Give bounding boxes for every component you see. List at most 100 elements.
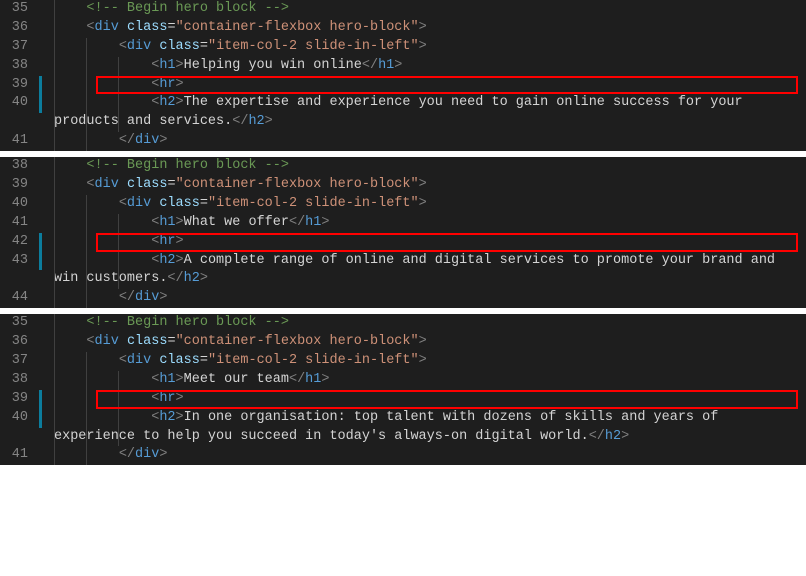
line-number: 37 (0, 352, 38, 371)
code-line[interactable]: 39 <div class="container-flexbox hero-bl… (0, 176, 806, 195)
line-number: 35 (0, 0, 38, 19)
indent-guide (86, 252, 87, 290)
code-line[interactable]: 43 <h2>A complete range of online and di… (0, 252, 806, 290)
code-line[interactable]: 41 </div> (0, 446, 806, 465)
indent-guide (86, 94, 87, 132)
code-block: 35 <!-- Begin hero block -->36 <div clas… (0, 0, 806, 151)
code-line[interactable]: 37 <div class="item-col-2 slide-in-left"… (0, 38, 806, 57)
line-number: 42 (0, 233, 38, 252)
code-line[interactable]: 40 <div class="item-col-2 slide-in-left"… (0, 195, 806, 214)
code-content[interactable]: </div> (38, 446, 806, 465)
code-line[interactable]: 39 <hr> (0, 76, 806, 95)
code-content[interactable]: <!-- Begin hero block --> (38, 157, 806, 176)
code-line[interactable]: 40 <h2>In one organisation: top talent w… (0, 409, 806, 447)
indent-guide (86, 132, 87, 151)
indent-guide (54, 57, 55, 76)
line-number: 39 (0, 390, 38, 409)
indent-guide (86, 233, 87, 252)
code-content[interactable]: </div> (38, 289, 806, 308)
indent-guide (54, 289, 55, 308)
code-line[interactable]: 39 <hr> (0, 390, 806, 409)
code-content[interactable]: <!-- Begin hero block --> (38, 0, 806, 19)
code-line[interactable]: 37 <div class="item-col-2 slide-in-left"… (0, 352, 806, 371)
line-number: 43 (0, 252, 38, 271)
code-content[interactable]: <hr> (38, 76, 806, 95)
code-line[interactable]: 41 </div> (0, 132, 806, 151)
line-number: 40 (0, 409, 38, 428)
code-block: 35 <!-- Begin hero block -->36 <div clas… (0, 314, 806, 465)
line-number: 40 (0, 195, 38, 214)
code-line[interactable]: 44 </div> (0, 289, 806, 308)
code-line[interactable]: 38 <h1>Helping you win online</h1> (0, 57, 806, 76)
indent-guide (54, 446, 55, 465)
line-number: 38 (0, 157, 38, 176)
indent-guide (86, 289, 87, 308)
code-content[interactable]: <div class="container-flexbox hero-block… (38, 176, 806, 195)
line-number: 36 (0, 19, 38, 38)
indent-guide (118, 233, 119, 252)
code-line[interactable]: 41 <h1>What we offer</h1> (0, 214, 806, 233)
code-content[interactable]: <h1>Helping you win online</h1> (38, 57, 806, 76)
line-number: 39 (0, 76, 38, 95)
indent-guide (54, 94, 55, 132)
code-content[interactable]: </div> (38, 132, 806, 151)
indent-guide (54, 76, 55, 95)
indent-guide (54, 0, 55, 19)
indent-guide (54, 352, 55, 371)
indent-guide (54, 409, 55, 447)
code-content[interactable]: <div class="item-col-2 slide-in-left"> (38, 195, 806, 214)
code-block: 38 <!-- Begin hero block -->39 <div clas… (0, 157, 806, 308)
indent-guide (86, 371, 87, 390)
code-line[interactable]: 38 <h1>Meet our team</h1> (0, 371, 806, 390)
code-content[interactable]: <!-- Begin hero block --> (38, 314, 806, 333)
indent-guide (54, 390, 55, 409)
line-number: 41 (0, 446, 38, 465)
line-number: 38 (0, 57, 38, 76)
indent-guide (118, 94, 119, 132)
indent-guide (54, 195, 55, 214)
indent-guide (118, 371, 119, 390)
code-line[interactable]: 35 <!-- Begin hero block --> (0, 0, 806, 19)
indent-guide (118, 409, 119, 447)
indent-guide (54, 19, 55, 38)
code-content[interactable]: <h1>Meet our team</h1> (38, 371, 806, 390)
code-content[interactable]: <div class="item-col-2 slide-in-left"> (38, 352, 806, 371)
indent-guide (118, 76, 119, 95)
code-line[interactable]: 35 <!-- Begin hero block --> (0, 314, 806, 333)
code-content[interactable]: <h2>A complete range of online and digit… (38, 252, 806, 290)
indent-guide (118, 252, 119, 290)
line-number: 36 (0, 333, 38, 352)
code-content[interactable]: <h2>The expertise and experience you nee… (38, 94, 806, 132)
code-line[interactable]: 42 <hr> (0, 233, 806, 252)
line-number: 40 (0, 94, 38, 113)
indent-guide (54, 157, 55, 176)
indent-guide (54, 38, 55, 57)
code-content[interactable]: <h2>In one organisation: top talent with… (38, 409, 806, 447)
indent-guide (54, 252, 55, 290)
indent-guide (86, 409, 87, 447)
indent-guide (54, 233, 55, 252)
line-number: 44 (0, 289, 38, 308)
line-number: 39 (0, 176, 38, 195)
line-number: 37 (0, 38, 38, 57)
indent-guide (86, 446, 87, 465)
code-content[interactable]: <div class="container-flexbox hero-block… (38, 333, 806, 352)
code-line[interactable]: 38 <!-- Begin hero block --> (0, 157, 806, 176)
code-content[interactable]: <hr> (38, 233, 806, 252)
indent-guide (54, 214, 55, 233)
indent-guide (86, 390, 87, 409)
indent-guide (118, 214, 119, 233)
code-line[interactable]: 36 <div class="container-flexbox hero-bl… (0, 19, 806, 38)
code-line[interactable]: 40 <h2>The expertise and experience you … (0, 94, 806, 132)
code-content[interactable]: <div class="container-flexbox hero-block… (38, 19, 806, 38)
line-number: 35 (0, 314, 38, 333)
code-content[interactable]: <h1>What we offer</h1> (38, 214, 806, 233)
code-line[interactable]: 36 <div class="container-flexbox hero-bl… (0, 333, 806, 352)
indent-guide (54, 132, 55, 151)
line-number: 41 (0, 214, 38, 233)
indent-guide (54, 176, 55, 195)
code-content[interactable]: <hr> (38, 390, 806, 409)
indent-guide (54, 371, 55, 390)
indent-guide (86, 214, 87, 233)
code-content[interactable]: <div class="item-col-2 slide-in-left"> (38, 38, 806, 57)
